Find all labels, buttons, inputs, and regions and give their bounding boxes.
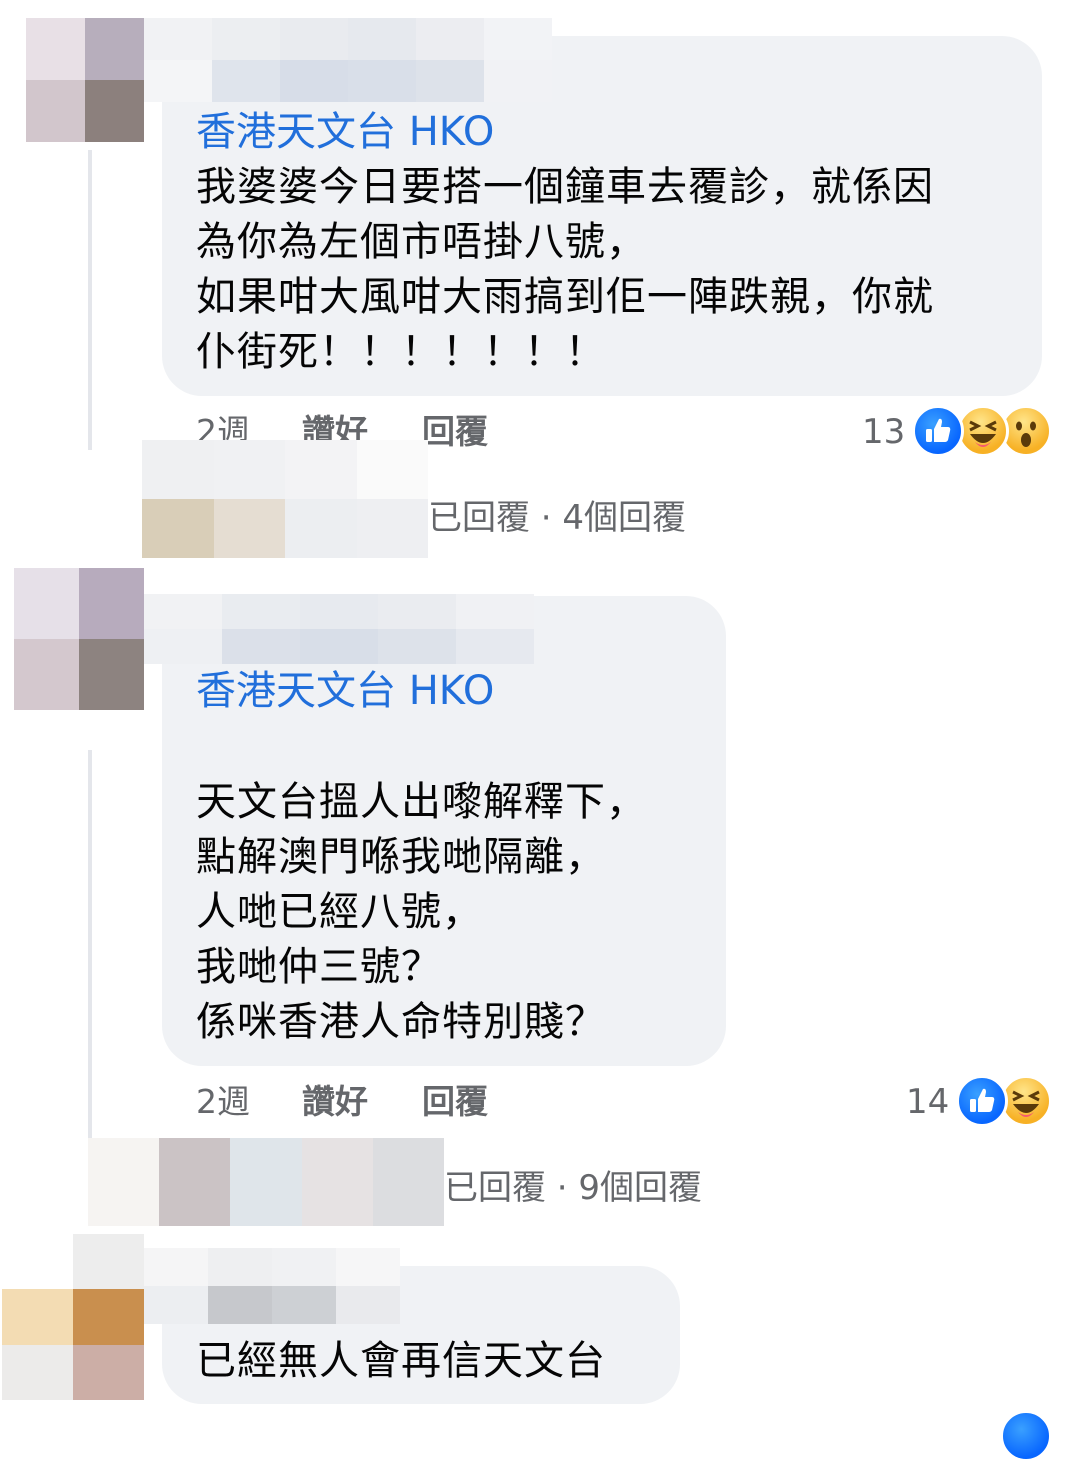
thread-line xyxy=(88,750,92,1145)
mention-link[interactable]: 香港天文台 HKO xyxy=(196,108,494,156)
view-replies-link[interactable]: 已回覆 · 4個回覆 xyxy=(428,498,686,538)
comment-text-line: 仆街死！！！！！！！ xyxy=(196,329,606,375)
mention-link[interactable]: 香港天文台 HKO xyxy=(196,667,494,715)
reaction-count[interactable]: 14 xyxy=(906,1082,949,1122)
avatar[interactable] xyxy=(2,1234,144,1400)
reply-button[interactable]: 回覆 xyxy=(422,412,488,452)
view-replies-link[interactable]: 已回覆 · 9個回覆 xyxy=(444,1168,702,1208)
comment-text-line: 天文台搵人出嚟解釋下， xyxy=(196,779,647,825)
comment-text-line: 我婆婆今日要搭一個鐘車去覆診，就係因 xyxy=(196,164,934,210)
timestamp[interactable]: 2週 xyxy=(196,1082,250,1122)
comment-text-line: 如果咁大風咁大雨搞到佢一陣跌親，你就 xyxy=(196,274,934,320)
comment-text-line: 我哋仲三號？ xyxy=(196,944,442,990)
comment-text-line: 為你為左個市唔掛八號， xyxy=(196,219,647,265)
replier-avatar xyxy=(142,440,428,558)
replier-avatar xyxy=(88,1138,444,1226)
reaction-count[interactable]: 13 xyxy=(862,412,905,452)
avatar[interactable] xyxy=(14,568,144,710)
like-icon[interactable] xyxy=(1000,1410,1052,1462)
haha-icon[interactable] xyxy=(957,405,1009,457)
commenter-name[interactable] xyxy=(144,1248,400,1324)
thread-line xyxy=(88,150,92,450)
commenter-name[interactable] xyxy=(144,594,534,664)
commenter-name-overlay xyxy=(144,18,552,102)
comment-text-line: 已經無人會再信天文台 xyxy=(196,1338,606,1384)
comment-text-line: 人哋已經八號， xyxy=(196,889,483,935)
like-icon[interactable] xyxy=(912,405,964,457)
reply-button[interactable]: 回覆 xyxy=(422,1082,488,1122)
like-button[interactable]: 讚好 xyxy=(302,1082,368,1122)
like-icon[interactable] xyxy=(956,1075,1008,1127)
comment-text-line: 點解澳門喺我哋隔離， xyxy=(196,834,606,880)
comment-text-line: 係咪香港人命特別賤？ xyxy=(196,999,606,1045)
avatar[interactable] xyxy=(26,18,144,142)
